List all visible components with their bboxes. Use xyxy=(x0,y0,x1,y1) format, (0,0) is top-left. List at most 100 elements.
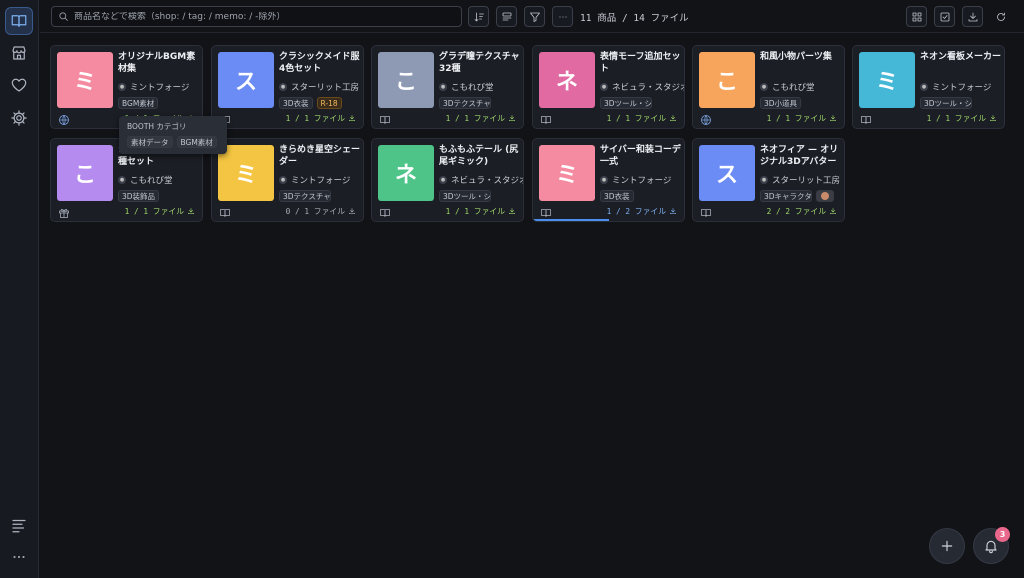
category-tag[interactable]: R-18 xyxy=(316,97,342,109)
view-mode-button[interactable] xyxy=(496,6,517,27)
notification-badge: 3 xyxy=(995,527,1010,542)
category-tag[interactable]: BGM素材 xyxy=(118,97,159,109)
book-icon[interactable] xyxy=(540,111,552,124)
product-title[interactable]: サイバー和装コーデ一式 xyxy=(600,144,684,168)
product-thumbnail[interactable]: ミ xyxy=(218,145,274,201)
product-thumbnail[interactable]: こ xyxy=(57,145,113,201)
shop-link[interactable]: ● スターリット工房 xyxy=(279,81,363,93)
settings-nav-button[interactable] xyxy=(5,104,33,132)
shop-link[interactable]: ● スターリット工房 xyxy=(760,174,844,186)
product-thumbnail[interactable]: ネ xyxy=(378,145,434,201)
product-thumbnail[interactable]: ミ xyxy=(57,52,113,108)
more-nav-button[interactable] xyxy=(5,543,33,571)
product-title[interactable]: 表情モーフ追加セット xyxy=(600,51,684,75)
globe-icon[interactable] xyxy=(700,111,712,125)
category-tag[interactable]: 3Dキャラクター xyxy=(760,190,812,202)
category-tag[interactable]: 3D小道具 xyxy=(760,97,802,109)
add-item-button[interactable] xyxy=(929,528,965,564)
shop-link[interactable]: ● こもれび堂 xyxy=(439,81,523,93)
shop-link[interactable]: ● ミントフォージ xyxy=(920,81,1004,93)
file-status[interactable]: 0 / 1 ファイル xyxy=(286,206,356,217)
category-tag[interactable]: 3Dテクスチャ xyxy=(439,97,491,109)
file-status[interactable]: 1 / 1 ファイル xyxy=(446,113,516,124)
category-tag[interactable]: 3D衣装 xyxy=(279,97,313,109)
product-thumbnail[interactable]: ネ xyxy=(539,52,595,108)
download-icon xyxy=(348,114,356,124)
avatar-tag[interactable] xyxy=(816,190,834,202)
more-options-button[interactable] xyxy=(552,6,573,27)
product-title[interactable]: ネオン看板メーカー xyxy=(920,51,1004,63)
product-thumbnail[interactable]: ス xyxy=(218,52,274,108)
shop-link[interactable]: ● ネビュラ・スタジオ xyxy=(600,81,684,93)
tag-list: 3Dテクスチャ xyxy=(439,97,491,109)
sort-button[interactable] xyxy=(468,6,489,27)
product-title[interactable]: 和風小物パーツ集 xyxy=(760,51,844,63)
file-status[interactable]: 1 / 1 ファイル xyxy=(125,206,195,217)
product-card[interactable]: ネ もふもふテール (尻尾ギミック) ● ネビュラ・スタジオ 3Dツール・システ… xyxy=(371,138,524,222)
download-all-button[interactable] xyxy=(962,6,983,27)
book-icon[interactable] xyxy=(860,111,872,124)
book-icon[interactable] xyxy=(219,204,231,217)
product-card[interactable]: ミ ネオン看板メーカー ● ミントフォージ 3Dツール・システム 1 / 1 フ… xyxy=(852,45,1005,129)
file-status[interactable]: 1 / 2 ファイル xyxy=(607,206,677,217)
file-status[interactable]: 1 / 1 ファイル xyxy=(446,206,516,217)
product-card[interactable]: ス ネオフィア — オリジナル3Dアバター ● スターリット工房 3Dキャラクタ… xyxy=(692,138,845,222)
product-card[interactable]: こ 和風小物パーツ集 ● こもれび堂 3D小道具 1 / 1 ファイル xyxy=(692,45,845,129)
category-tag[interactable]: 3D装飾品 xyxy=(118,190,160,202)
file-status[interactable]: 1 / 1 ファイル xyxy=(607,113,677,124)
product-thumbnail[interactable]: こ xyxy=(378,52,434,108)
file-count-text: 1 / 1 ファイル xyxy=(445,114,505,123)
book-icon[interactable] xyxy=(700,204,712,217)
category-tag[interactable]: 3Dツール・システム xyxy=(439,190,491,202)
shop-link[interactable]: ● ミントフォージ xyxy=(118,81,202,93)
shop-link[interactable]: ● ネビュラ・スタジオ xyxy=(439,174,523,186)
menu-nav-button[interactable] xyxy=(5,511,33,539)
product-card[interactable]: ミ サイバー和装コーデ一式 ● ミントフォージ 3D衣装 1 / 2 ファイル xyxy=(532,138,685,222)
file-count-text: 1 / 1 ファイル xyxy=(445,207,505,216)
product-card[interactable]: ミ きらめき星空シェーダー ● ミントフォージ 3Dテクスチャ 0 / 1 ファ… xyxy=(211,138,364,222)
checkbox-icon xyxy=(940,12,949,21)
favorites-nav-button[interactable] xyxy=(5,71,33,99)
category-tag[interactable]: 3Dテクスチャ xyxy=(279,190,331,202)
file-status[interactable]: 1 / 1 ファイル xyxy=(286,113,356,124)
file-status[interactable]: 2 / 2 ファイル xyxy=(767,206,837,217)
file-status[interactable]: 1 / 1 ファイル xyxy=(767,113,837,124)
product-thumbnail[interactable]: ス xyxy=(699,145,755,201)
library-nav-button[interactable] xyxy=(5,7,33,35)
product-thumbnail[interactable]: ミ xyxy=(539,145,595,201)
product-title[interactable]: もふもふテール (尻尾ギミック) xyxy=(439,144,523,168)
shops-nav-button[interactable] xyxy=(5,39,33,67)
category-tag[interactable]: 3Dツール・システム xyxy=(600,97,652,109)
shop-link[interactable]: ● こもれび堂 xyxy=(118,174,202,186)
product-title[interactable]: きらめき星空シェーダー xyxy=(279,144,363,168)
shop-link[interactable]: ● こもれび堂 xyxy=(760,81,844,93)
globe-icon[interactable] xyxy=(58,111,70,125)
book-icon[interactable] xyxy=(540,204,552,217)
file-status[interactable]: 1 / 1 ファイル xyxy=(927,113,997,124)
category-tag[interactable]: 3Dツール・システム xyxy=(920,97,972,109)
product-card[interactable]: ネ 表情モーフ追加セット ● ネビュラ・スタジオ 3Dツール・システム 1 / … xyxy=(532,45,685,129)
refresh-button[interactable] xyxy=(990,6,1011,27)
book-icon[interactable] xyxy=(379,204,391,217)
shop-link[interactable]: ● ミントフォージ xyxy=(279,174,363,186)
product-card[interactable]: ス クラシックメイド服4色セット ● スターリット工房 3D衣装 R-18 1 /… xyxy=(211,45,364,129)
search-box[interactable] xyxy=(51,6,462,27)
product-thumbnail[interactable]: ミ xyxy=(859,52,915,108)
product-title[interactable]: クラシックメイド服4色セット xyxy=(279,51,363,75)
product-title[interactable]: グラデ瞳テクスチャ32種 xyxy=(439,51,523,75)
shop-name: スターリット工房 xyxy=(291,83,360,93)
product-title[interactable]: ネオフィア — オリジナル3Dアバター xyxy=(760,144,844,168)
select-mode-button[interactable] xyxy=(934,6,955,27)
file-count-text: 1 / 1 ファイル xyxy=(766,114,826,123)
product-card[interactable]: こ グラデ瞳テクスチャ32種 ● こもれび堂 3Dテクスチャ 1 / 1 ファイ… xyxy=(371,45,524,129)
download-icon xyxy=(348,207,356,217)
filter-button[interactable] xyxy=(524,6,545,27)
product-title[interactable]: オリジナルBGM素材集 xyxy=(118,51,202,75)
product-thumbnail[interactable]: こ xyxy=(699,52,755,108)
gift-icon[interactable] xyxy=(58,204,70,218)
shop-link[interactable]: ● ミントフォージ xyxy=(600,174,684,186)
search-input[interactable] xyxy=(74,11,461,22)
book-icon[interactable] xyxy=(379,111,391,124)
category-tag[interactable]: 3D衣装 xyxy=(600,190,634,202)
grid-view-button[interactable] xyxy=(906,6,927,27)
